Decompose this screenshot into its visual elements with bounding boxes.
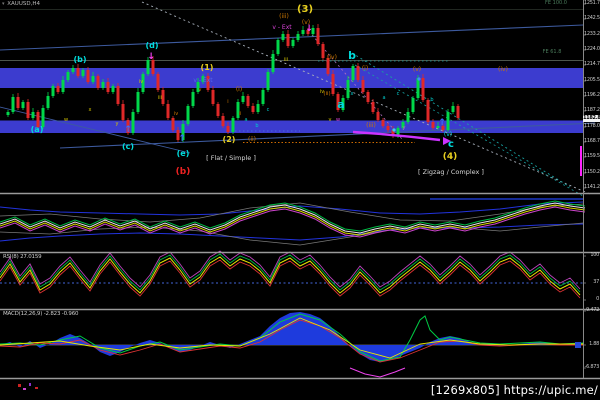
bottom-marks [18,383,38,390]
measurement-bar [580,146,582,176]
trading-chart-window: ▾ XAUUSD,H4 RSI(8) 27.0159 MACD(12,26,9)… [0,0,600,400]
rsi-panel [0,250,581,299]
macd_magenta [349,367,406,378]
price-chart-canvas[interactable] [0,0,600,400]
p1_magenta [0,206,586,238]
rsi_green [0,253,581,293]
macd_area [0,312,583,362]
projection-arrow [352,130,451,145]
macd-value-marker [575,342,581,348]
composite-oscillator-panel [0,200,586,246]
trendlines-layer [0,1,596,346]
macd-panel [0,312,584,378]
